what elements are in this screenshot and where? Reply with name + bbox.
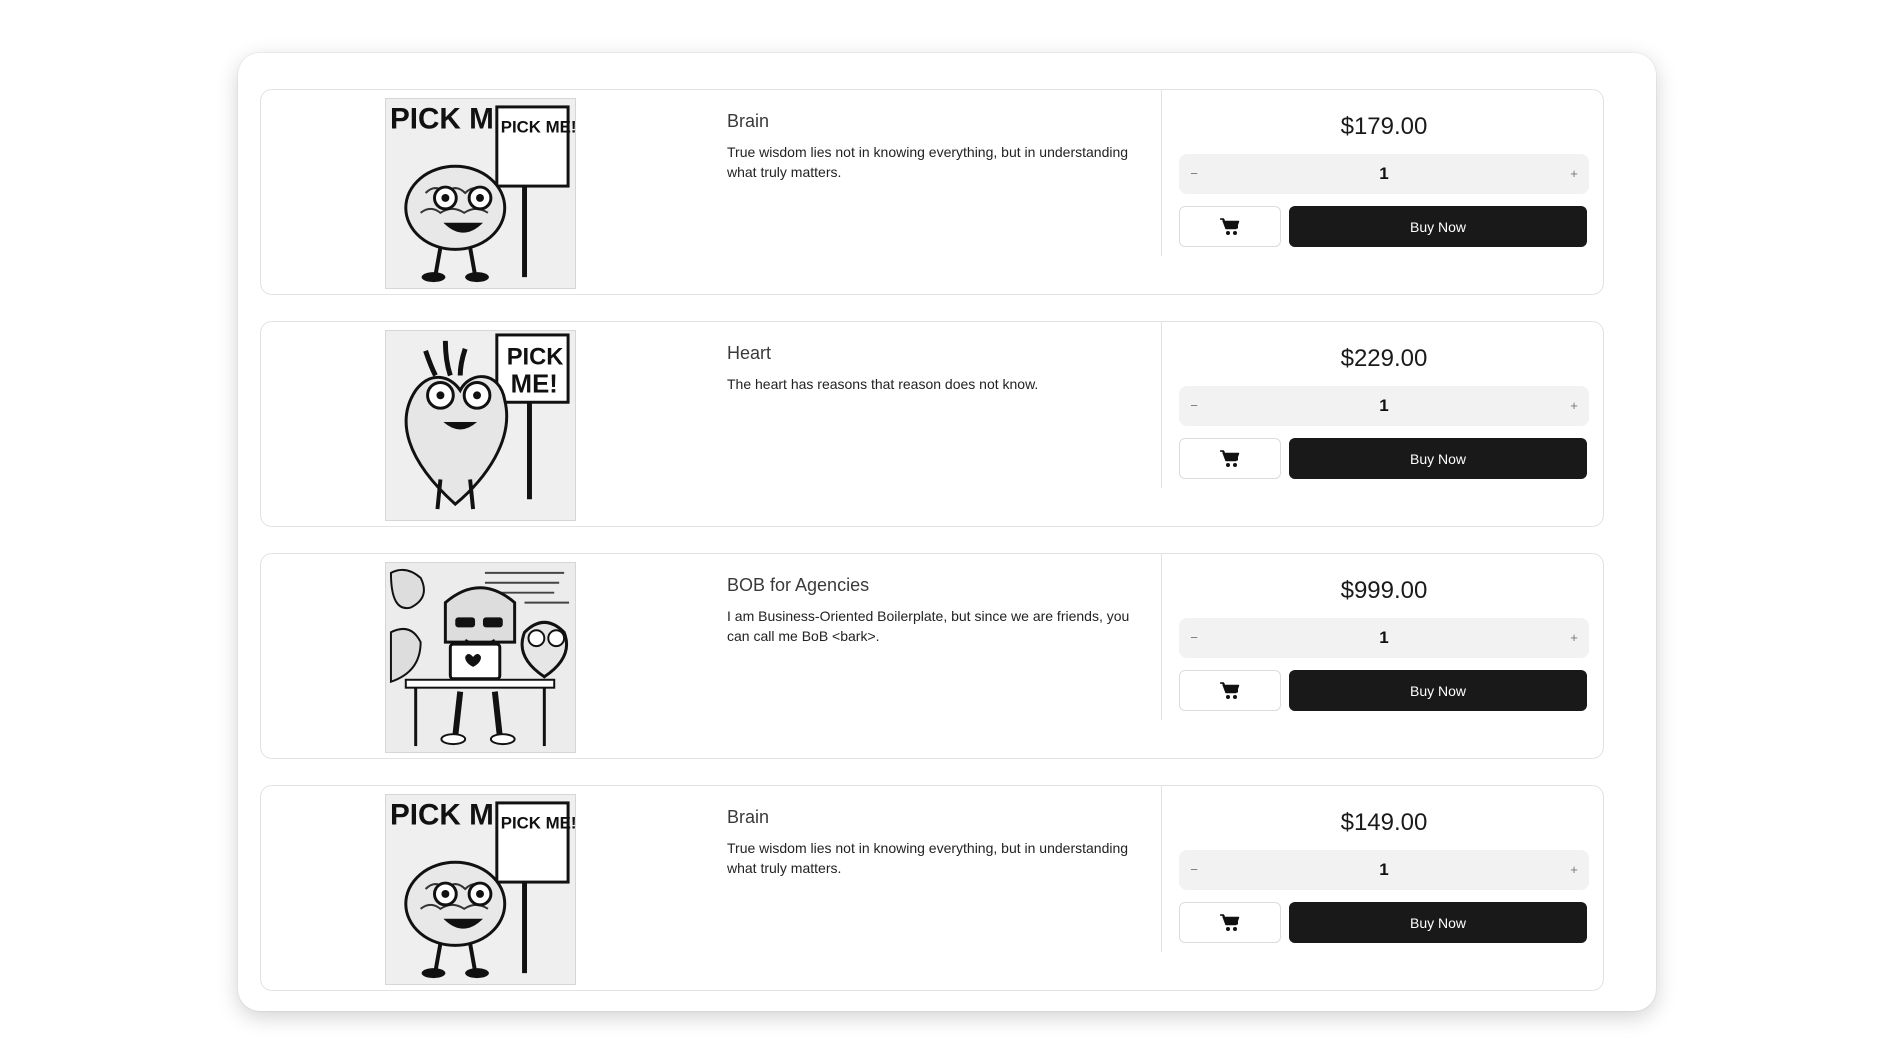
product-price: $999.00 [1340, 577, 1428, 604]
increment-button[interactable]: + [1559, 154, 1589, 194]
buy-now-button[interactable]: Buy Now [1289, 902, 1587, 943]
product-title[interactable]: Heart [727, 342, 1137, 364]
cart-icon [1220, 449, 1240, 467]
card-actions: Buy Now [1179, 670, 1589, 711]
quantity-stepper: − 1 + [1179, 386, 1589, 426]
product-info: Heart The heart has reasons that reason … [727, 342, 1137, 394]
product-price: $229.00 [1340, 345, 1428, 372]
product-info: Brain True wisdom lies not in knowing ev… [727, 806, 1137, 878]
product-card: PICK ME! Heart The heart has reasons tha… [260, 321, 1604, 527]
cart-icon [1220, 681, 1240, 699]
quantity-value[interactable]: 1 [1219, 850, 1549, 890]
purchase-panel: $179.00 − 1 + Buy Now [1179, 90, 1589, 247]
svg-text:PICK ME!: PICK ME! [501, 118, 575, 137]
brain-illustration-icon: PICK ME! PICK ME! [386, 795, 575, 984]
product-title[interactable]: Brain [727, 110, 1137, 132]
quantity-value[interactable]: 1 [1219, 386, 1549, 426]
product-price: $149.00 [1340, 809, 1428, 836]
product-image-brain[interactable]: PICK ME! PICK ME! [385, 794, 576, 985]
card-actions: Buy Now [1179, 438, 1589, 479]
product-description: True wisdom lies not in knowing everythi… [727, 144, 1129, 180]
product-price: $179.00 [1340, 113, 1428, 140]
product-image-brain[interactable]: PICK ME! PICK ME! [385, 98, 576, 289]
decrement-button[interactable]: − [1179, 850, 1209, 890]
buy-now-button[interactable]: Buy Now [1289, 438, 1587, 479]
quantity-stepper: − 1 + [1179, 850, 1589, 890]
decrement-button[interactable]: − [1179, 154, 1209, 194]
add-to-cart-button[interactable] [1179, 902, 1281, 943]
svg-text:PICK ME!: PICK ME! [501, 814, 575, 833]
product-list: PICK ME! PICK ME! Brain True wisdom lies… [260, 89, 1604, 1017]
add-to-cart-button[interactable] [1179, 670, 1281, 711]
purchase-panel: $149.00 − 1 + Buy Now [1179, 786, 1589, 943]
heart-illustration-icon: PICK ME! [386, 331, 575, 520]
svg-text:ME!: ME! [511, 370, 558, 398]
product-list-window: PICK ME! PICK ME! Brain True wisdom lies… [238, 53, 1656, 1011]
decrement-button[interactable]: − [1179, 618, 1209, 658]
quantity-stepper: − 1 + [1179, 154, 1589, 194]
product-description: I am Business-Oriented Boilerplate, but … [727, 608, 1130, 644]
card-divider [1161, 322, 1162, 488]
product-image-heart[interactable]: PICK ME! [385, 330, 576, 521]
quantity-value[interactable]: 1 [1219, 154, 1549, 194]
add-to-cart-button[interactable] [1179, 206, 1281, 247]
product-image-bob[interactable] [385, 562, 576, 753]
increment-button[interactable]: + [1559, 618, 1589, 658]
product-description: The heart has reasons that reason does n… [727, 376, 1039, 392]
card-actions: Buy Now [1179, 902, 1589, 943]
cart-icon [1220, 913, 1240, 931]
increment-button[interactable]: + [1559, 850, 1589, 890]
add-to-cart-button[interactable] [1179, 438, 1281, 479]
card-divider [1161, 786, 1162, 952]
quantity-value[interactable]: 1 [1219, 618, 1549, 658]
buy-now-button[interactable]: Buy Now [1289, 670, 1587, 711]
product-card: PICK ME! PICK ME! Brain True wisdom lies… [260, 89, 1604, 295]
svg-text:PICK: PICK [507, 345, 564, 371]
buy-now-button[interactable]: Buy Now [1289, 206, 1587, 247]
brain-illustration-icon: PICK ME! PICK ME! [386, 99, 575, 288]
product-card: PICK ME! PICK ME! Brain True wisdom lies… [260, 785, 1604, 991]
card-actions: Buy Now [1179, 206, 1589, 247]
increment-button[interactable]: + [1559, 386, 1589, 426]
purchase-panel: $999.00 − 1 + Buy Now [1179, 554, 1589, 711]
product-card: BOB for Agencies I am Business-Oriented … [260, 553, 1604, 759]
dog-at-desk-illustration-icon [386, 563, 575, 752]
decrement-button[interactable]: − [1179, 386, 1209, 426]
product-info: Brain True wisdom lies not in knowing ev… [727, 110, 1137, 182]
product-info: BOB for Agencies I am Business-Oriented … [727, 574, 1137, 646]
card-divider [1161, 554, 1162, 720]
purchase-panel: $229.00 − 1 + Buy Now [1179, 322, 1589, 479]
product-title[interactable]: BOB for Agencies [727, 574, 1137, 596]
cart-icon [1220, 217, 1240, 235]
product-title[interactable]: Brain [727, 806, 1137, 828]
quantity-stepper: − 1 + [1179, 618, 1589, 658]
card-divider [1161, 90, 1162, 256]
product-description: True wisdom lies not in knowing everythi… [727, 840, 1129, 876]
